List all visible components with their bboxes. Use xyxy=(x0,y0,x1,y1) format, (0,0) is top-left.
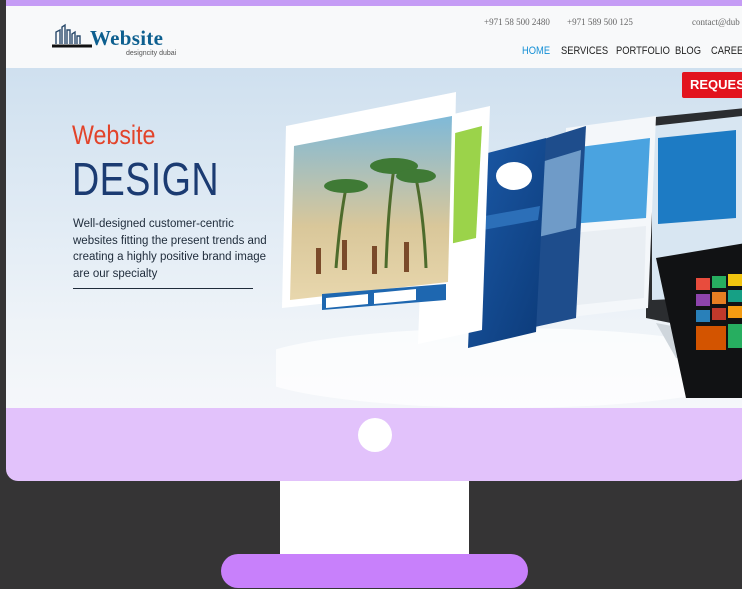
nav-item-home[interactable]: HOME xyxy=(522,45,550,57)
email-link[interactable]: contact@dub xyxy=(692,17,740,27)
hero-divider xyxy=(73,288,253,289)
nav-item-career[interactable]: CAREER xyxy=(711,45,742,57)
phone-number-1[interactable]: +971 58 500 2480 xyxy=(484,17,550,27)
site-logo[interactable]: Website designcity dubai xyxy=(52,22,192,58)
hero-title-large: DESIGN xyxy=(72,153,220,205)
website-showcase-image xyxy=(276,92,742,408)
logo-tagline: designcity dubai xyxy=(126,50,177,57)
hero-banner: Website DESIGN Well-designed customer-ce… xyxy=(6,68,742,408)
nav-item-blog[interactable]: BLOG xyxy=(675,45,701,57)
monitor-stand-base xyxy=(221,554,528,588)
power-button xyxy=(358,418,392,452)
hero-description: Well-designed customer-centric websites … xyxy=(73,218,267,280)
logo-wordmark: Website xyxy=(90,26,164,50)
city-skyline-icon xyxy=(52,23,92,48)
nav-item-portfolio[interactable]: PORTFOLIO xyxy=(616,45,670,57)
monitor-frame: Website designcity dubai +971 58 500 248… xyxy=(6,0,742,481)
monitor-screen: Website designcity dubai +971 58 500 248… xyxy=(6,6,742,408)
phone-number-2[interactable]: +971 589 500 125 xyxy=(567,17,633,27)
site-header: Website designcity dubai +971 58 500 248… xyxy=(6,6,742,68)
nav-item-services[interactable]: SERVICES xyxy=(561,45,608,57)
monitor-stand-neck xyxy=(280,481,469,556)
request-quote-button[interactable]: REQUEST xyxy=(682,72,742,98)
hero-title-small: Website xyxy=(72,120,156,150)
